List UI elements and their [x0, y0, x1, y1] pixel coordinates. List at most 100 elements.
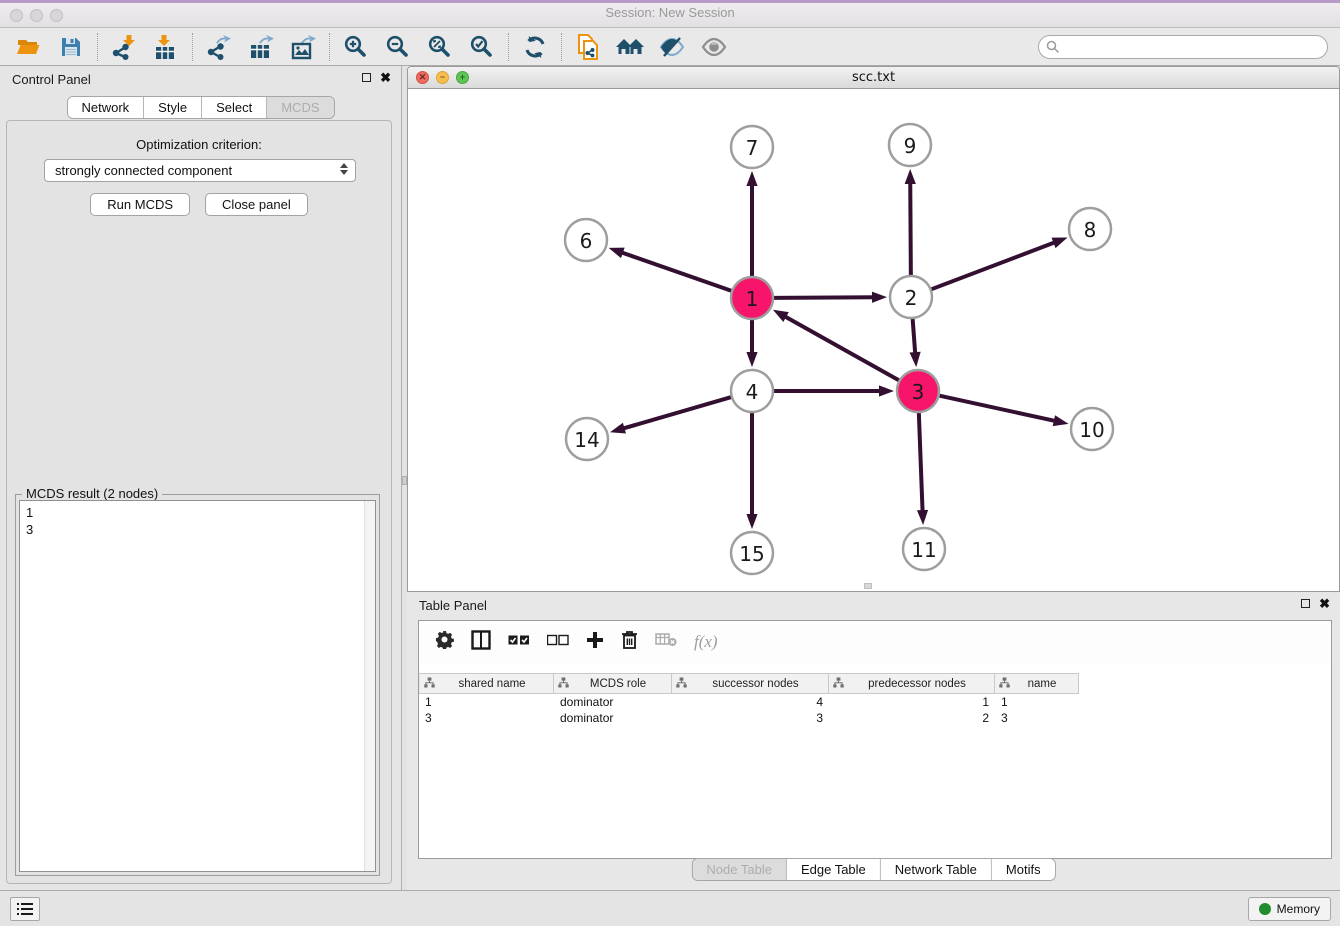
edge-arrowhead	[610, 423, 626, 434]
edge-1-2[interactable]	[774, 297, 875, 298]
duplicate-network-icon[interactable]	[567, 31, 609, 63]
column-header-name[interactable]: name	[995, 673, 1079, 694]
tab-node-table[interactable]: Node Table	[692, 859, 787, 880]
open-session-icon[interactable]	[8, 31, 50, 63]
result-scrollbar[interactable]	[364, 501, 375, 871]
table-panel-title: Table Panel	[419, 598, 487, 613]
edge-arrowhead	[746, 352, 757, 367]
save-session-icon[interactable]	[50, 31, 92, 63]
tab-select[interactable]: Select	[202, 97, 267, 118]
toggle-panel-columns-icon[interactable]	[471, 630, 491, 655]
tab-motifs[interactable]: Motifs	[992, 859, 1055, 880]
zoom-selected-icon[interactable]	[461, 31, 503, 63]
function-builder-icon[interactable]: f(x)	[694, 632, 718, 652]
tab-mcds[interactable]: MCDS	[267, 97, 333, 118]
node-label-9: 9	[904, 134, 917, 158]
hide-details-icon[interactable]	[651, 31, 693, 63]
mcds-result-title: MCDS result (2 nodes)	[22, 486, 162, 501]
close-panel-button[interactable]: Close panel	[205, 193, 308, 216]
delete-column-icon[interactable]	[621, 630, 638, 654]
status-bar: Memory	[0, 890, 1340, 926]
edge-arrowhead	[1053, 415, 1069, 426]
edge-3-11[interactable]	[919, 413, 923, 513]
table-cell[interactable]: 3	[419, 710, 554, 726]
float-table-panel-icon[interactable]	[1301, 599, 1310, 608]
edge-4-14[interactable]	[622, 397, 731, 429]
mcds-result-group: MCDS result (2 nodes) 1 3	[15, 494, 380, 876]
table-cell[interactable]: 2	[829, 710, 995, 726]
edge-arrowhead	[609, 248, 625, 259]
edge-2-9[interactable]	[910, 181, 911, 275]
main-toolbar	[0, 28, 1340, 66]
memory-button[interactable]: Memory	[1248, 897, 1331, 921]
edge-arrowhead	[879, 385, 894, 396]
tab-edge-table[interactable]: Edge Table	[787, 859, 881, 880]
add-column-icon[interactable]	[586, 631, 604, 654]
network-window-title: scc.txt	[408, 70, 1339, 85]
refresh-view-icon[interactable]	[514, 31, 556, 63]
import-table-icon[interactable]	[145, 31, 187, 63]
table-cell[interactable]: 4	[672, 694, 829, 710]
node-label-14: 14	[574, 428, 599, 452]
network-canvas[interactable]: 7968124314101511	[408, 89, 1339, 591]
export-image-icon[interactable]	[282, 31, 324, 63]
float-panel-icon[interactable]	[362, 73, 371, 82]
toolbar-separator	[192, 33, 193, 61]
node-label-1: 1	[746, 287, 759, 311]
table-row: 1dominator411	[419, 694, 1331, 710]
edge-3-1[interactable]	[783, 316, 898, 381]
table-cell[interactable]: 1	[829, 694, 995, 710]
column-header-shared-name[interactable]: shared name	[419, 673, 554, 694]
close-panel-icon[interactable]: ✖	[380, 72, 391, 83]
toolbar-separator	[561, 33, 562, 61]
settings-gear-icon[interactable]	[435, 630, 454, 654]
column-tree-icon	[424, 677, 435, 691]
export-table-icon[interactable]	[240, 31, 282, 63]
run-mcds-button[interactable]: Run MCDS	[90, 193, 190, 216]
task-history-button[interactable]	[10, 897, 40, 921]
deselect-all-checkboxes-icon[interactable]	[547, 633, 569, 651]
import-network-icon[interactable]	[103, 31, 145, 63]
tab-style[interactable]: Style	[144, 97, 202, 118]
select-stepper-icon	[340, 163, 348, 175]
table-cell[interactable]: 3	[672, 710, 829, 726]
column-header-predecessor-nodes[interactable]: predecessor nodes	[829, 673, 995, 694]
select-all-checkboxes-icon[interactable]	[508, 633, 530, 651]
edge-arrowhead	[1052, 238, 1068, 249]
tab-network[interactable]: Network	[67, 97, 144, 118]
zoom-in-icon[interactable]	[335, 31, 377, 63]
zoom-out-icon[interactable]	[377, 31, 419, 63]
toolbar-separator	[329, 33, 330, 61]
table-cell[interactable]: 1	[995, 694, 1079, 710]
canvas-splitter-handle[interactable]	[864, 583, 872, 589]
edge-arrowhead	[872, 292, 887, 303]
control-panel-tabs: NetworkStyleSelectMCDS	[66, 96, 334, 119]
table-cell[interactable]: 1	[419, 694, 554, 710]
mcds-result-text[interactable]: 1 3	[19, 500, 376, 872]
edge-3-10[interactable]	[939, 396, 1056, 422]
table-panel-tabs: Node TableEdge TableNetwork TableMotifs	[691, 858, 1055, 881]
close-table-panel-icon[interactable]: ✖	[1319, 598, 1330, 609]
export-network-icon[interactable]	[198, 31, 240, 63]
search-input[interactable]	[1038, 35, 1328, 59]
edge-1-6[interactable]	[620, 252, 731, 291]
edge-2-3[interactable]	[913, 319, 916, 355]
column-header-MCDS-role[interactable]: MCDS role	[554, 673, 672, 694]
table-header-row: shared nameMCDS rolesuccessor nodesprede…	[419, 673, 1331, 694]
criterion-select[interactable]: strongly connected component	[44, 159, 356, 182]
column-header-successor-nodes[interactable]: successor nodes	[672, 673, 829, 694]
network-window-titlebar[interactable]: ✕ − + scc.txt	[408, 67, 1339, 89]
delete-table-icon[interactable]	[655, 632, 677, 652]
birds-eye-view-icon[interactable]	[693, 31, 735, 63]
edge-2-8[interactable]	[932, 242, 1057, 289]
window-titlebar: Session: New Session	[0, 0, 1340, 28]
table-body: 1dominator4113dominator323	[419, 694, 1331, 726]
column-tree-icon	[999, 677, 1010, 691]
table-cell[interactable]: dominator	[554, 710, 672, 726]
table-cell[interactable]: dominator	[554, 694, 672, 710]
table-cell[interactable]: 3	[995, 710, 1079, 726]
home-layouts-icon[interactable]	[609, 31, 651, 63]
tab-network-table[interactable]: Network Table	[881, 859, 992, 880]
zoom-fit-icon[interactable]	[419, 31, 461, 63]
edge-arrowhead	[917, 510, 928, 525]
